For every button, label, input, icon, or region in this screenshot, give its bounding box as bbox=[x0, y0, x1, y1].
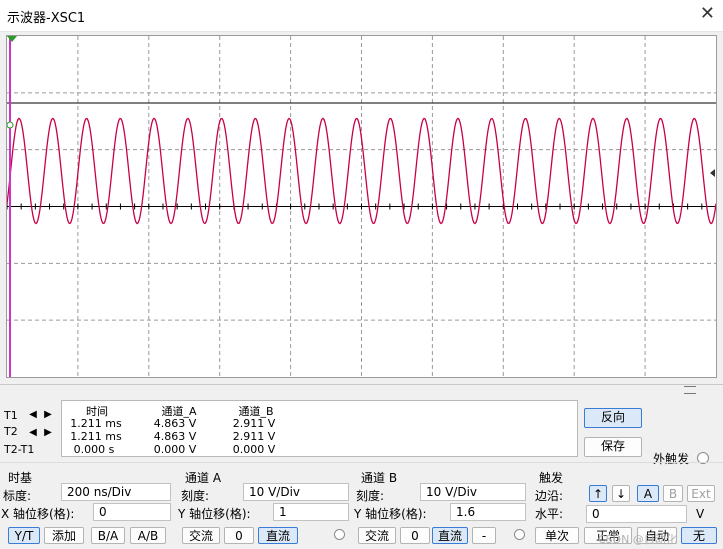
timebase-scale-field[interactable]: 200 ns/Div bbox=[61, 483, 171, 501]
channel-a-scale-label: 刻度: bbox=[181, 489, 210, 503]
title-bar: 示波器-XSC1 ✕ bbox=[0, 0, 723, 32]
t2-time: 1.211 ms bbox=[70, 430, 122, 443]
divider-2 bbox=[0, 462, 723, 463]
channel-b-scale-label: 刻度: bbox=[356, 489, 385, 503]
channel-b-dc-button[interactable]: 直流 bbox=[432, 527, 468, 544]
channel-a-title: 通道 A bbox=[185, 471, 222, 485]
trigger-source-ext-button[interactable]: Ext bbox=[687, 485, 715, 502]
t2-right-arrow-icon[interactable]: ▶ bbox=[42, 427, 54, 439]
reverse-button[interactable]: 反向 bbox=[584, 408, 642, 428]
channel-a-ypos-label: Y 轴位移(格): bbox=[178, 507, 251, 521]
channel-a-marker bbox=[7, 121, 14, 129]
t2-channel-a: 4.863 V bbox=[153, 430, 197, 443]
channel-a-dc-button[interactable]: 直流 bbox=[258, 527, 298, 544]
t1-label: T1 bbox=[4, 409, 18, 422]
t1-time: 1.211 ms bbox=[70, 417, 122, 430]
mode-ab-button[interactable]: A/B bbox=[130, 527, 166, 544]
mode-yt-button[interactable]: Y/T bbox=[8, 527, 40, 544]
t2-t1-time: 0.000 s bbox=[73, 443, 115, 456]
trigger-level-marker bbox=[710, 169, 715, 177]
divider bbox=[0, 384, 723, 385]
t2-label: T2 bbox=[4, 425, 18, 438]
trigger-level-field[interactable]: 0 bbox=[586, 505, 687, 523]
trigger-source-a-button[interactable]: A bbox=[637, 485, 659, 502]
oscilloscope-screen[interactable] bbox=[6, 35, 717, 378]
channel-a-terminal[interactable] bbox=[334, 529, 345, 540]
channel-b-ypos-field[interactable]: 1.6 bbox=[450, 503, 526, 521]
t1-left-arrow-icon[interactable]: ◀ bbox=[27, 409, 39, 421]
ext-trigger-label: 外触发 bbox=[653, 452, 690, 466]
trigger-single-button[interactable]: 单次 bbox=[535, 527, 579, 544]
timebase-title: 时基 bbox=[8, 471, 33, 485]
channel-b-title: 通道 B bbox=[361, 471, 398, 485]
trigger-level-unit: V bbox=[696, 507, 705, 521]
channel-a-ypos-field[interactable]: 1 bbox=[273, 503, 349, 521]
timebase-xpos-label: X 轴位移(格): bbox=[1, 507, 75, 521]
trigger-level-label: 水平: bbox=[535, 507, 564, 521]
trigger-edge-label: 边沿: bbox=[535, 489, 564, 503]
channel-b-ypos-label: Y 轴位移(格): bbox=[354, 507, 427, 521]
t2-t1-label: T2-T1 bbox=[4, 443, 35, 456]
cursor-t1-marker bbox=[7, 36, 17, 42]
mode-add-button[interactable]: 添加 bbox=[44, 527, 84, 544]
trigger-title: 触发 bbox=[539, 471, 564, 485]
channel-a-scale-field[interactable]: 10 V/Div bbox=[243, 483, 349, 501]
t2-t1-channel-b: 0.000 V bbox=[232, 443, 276, 456]
close-icon[interactable]: ✕ bbox=[700, 3, 715, 24]
channel-b-scale-field[interactable]: 10 V/Div bbox=[420, 483, 526, 501]
trigger-none-button[interactable]: 无 bbox=[681, 527, 717, 544]
t2-channel-b: 2.911 V bbox=[232, 430, 276, 443]
trigger-falling-edge-icon[interactable]: ↓ bbox=[612, 485, 630, 502]
t1-right-arrow-icon[interactable]: ▶ bbox=[42, 409, 54, 421]
channel-b-zero-button[interactable]: 0 bbox=[400, 527, 430, 544]
measurement-table: 时间 通道_A 通道_B 1.211 ms 4.863 V 2.911 V 1.… bbox=[61, 400, 578, 457]
channel-b-ac-button[interactable]: 交流 bbox=[358, 527, 396, 544]
t2-left-arrow-icon[interactable]: ◀ bbox=[27, 427, 39, 439]
channel-a-zero-button[interactable]: 0 bbox=[224, 527, 254, 544]
resize-grip[interactable] bbox=[684, 386, 696, 394]
channel-a-ac-button[interactable]: 交流 bbox=[182, 527, 220, 544]
watermark: CSDN @自动化 bbox=[598, 533, 677, 546]
t1-channel-b: 2.911 V bbox=[232, 417, 276, 430]
mode-ba-button[interactable]: B/A bbox=[91, 527, 125, 544]
save-button[interactable]: 保存 bbox=[584, 437, 642, 457]
timebase-xpos-field[interactable]: 0 bbox=[93, 503, 171, 521]
channel-b-terminal[interactable] bbox=[514, 529, 525, 540]
scope-display bbox=[7, 36, 716, 377]
window-title: 示波器-XSC1 bbox=[7, 11, 86, 26]
t2-t1-channel-a: 0.000 V bbox=[153, 443, 197, 456]
channel-b-minus-button[interactable]: - bbox=[472, 527, 496, 544]
trigger-rising-edge-icon[interactable]: ↑ bbox=[589, 485, 607, 502]
timebase-scale-label: 标度: bbox=[3, 489, 32, 503]
trigger-source-b-button[interactable]: B bbox=[663, 485, 683, 502]
t1-channel-a: 4.863 V bbox=[153, 417, 197, 430]
